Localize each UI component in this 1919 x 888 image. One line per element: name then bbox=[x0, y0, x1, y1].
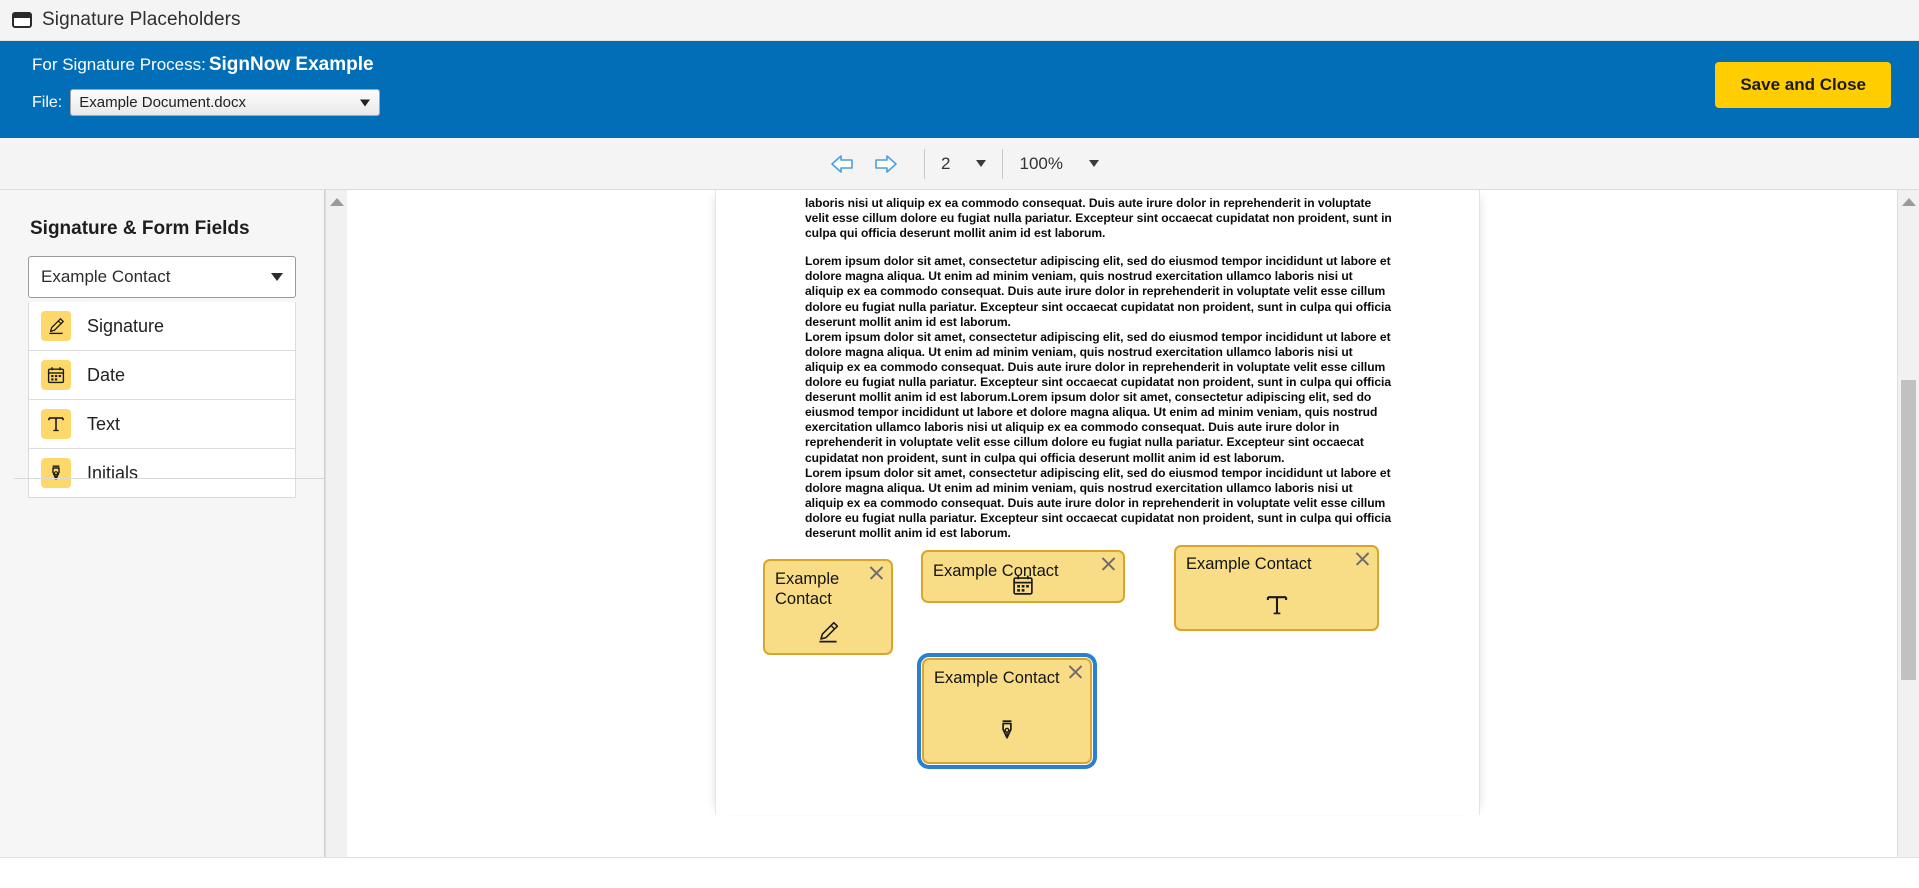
document-paragraph: Lorem ipsum dolor sit amet, consectetur … bbox=[805, 254, 1392, 329]
file-select[interactable]: Example Document.docx bbox=[70, 89, 381, 116]
next-page-button[interactable] bbox=[864, 147, 908, 181]
document-text: laboris nisi ut aliquip ex ea commodo co… bbox=[805, 196, 1393, 554]
sidebar-item-label: Signature bbox=[87, 315, 165, 336]
sidebar-item-label: Date bbox=[87, 364, 126, 385]
close-icon[interactable] bbox=[1353, 550, 1371, 568]
zoom-level-value: 100% bbox=[1019, 153, 1063, 173]
file-row: File: Example Document.docx bbox=[32, 89, 381, 116]
document-page: laboris nisi ut aliquip ex ea commodo co… bbox=[715, 190, 1480, 815]
placeholder-date[interactable]: Example Contact bbox=[921, 550, 1125, 603]
pen-highlighter-icon bbox=[41, 311, 71, 341]
placeholder-text[interactable]: Example Contact bbox=[1174, 545, 1379, 631]
document-paragraph: Lorem ipsum dolor sit amet, consectetur … bbox=[805, 465, 1392, 540]
placeholder-label: Example Contact bbox=[1186, 555, 1312, 573]
viewer-scroll-thumb[interactable] bbox=[1901, 380, 1916, 680]
sidebar-scroll-area: Signature & Form Fields Example Contact … bbox=[0, 190, 324, 887]
sidebar-title: Signature & Form Fields bbox=[30, 218, 250, 239]
calendar-icon bbox=[923, 573, 1123, 597]
arrow-left-icon bbox=[829, 153, 855, 175]
file-select-value: Example Document.docx bbox=[79, 94, 246, 111]
file-label: File: bbox=[32, 93, 63, 111]
previous-page-button[interactable] bbox=[820, 147, 864, 181]
chevron-down-icon[interactable] bbox=[976, 160, 987, 167]
sidebar-item-initials[interactable]: Initials bbox=[28, 449, 296, 498]
fountain-pen-nib-icon bbox=[41, 458, 71, 488]
document-paragraph: laboris nisi ut aliquip ex ea commodo co… bbox=[805, 196, 1392, 241]
save-and-close-button[interactable]: Save and Close bbox=[1715, 61, 1891, 108]
sidebar-item-label: Text bbox=[87, 413, 121, 434]
sidebar-scrollbar[interactable] bbox=[325, 190, 347, 887]
page-number-value: 2 bbox=[941, 153, 951, 173]
window-title: Signature Placeholders bbox=[42, 9, 241, 30]
signature-process-label: For Signature Process: bbox=[32, 55, 206, 74]
app-header: For Signature Process: SignNow Example Fi… bbox=[0, 41, 1919, 138]
calendar-icon bbox=[41, 360, 71, 390]
sidebar-item-text[interactable]: Text bbox=[28, 400, 296, 449]
contact-select-value: Example Contact bbox=[41, 267, 171, 286]
viewer-vertical-scrollbar[interactable] bbox=[1897, 190, 1919, 887]
close-icon[interactable] bbox=[1099, 555, 1117, 573]
fields-sidebar: Signature & Form Fields Example Contact … bbox=[0, 190, 325, 887]
fountain-pen-nib-icon bbox=[924, 717, 1090, 743]
chevron-down-icon bbox=[360, 99, 371, 106]
document-viewer[interactable]: laboris nisi ut aliquip ex ea commodo co… bbox=[347, 190, 1897, 887]
placeholder-label: Example Contact bbox=[775, 570, 840, 608]
placeholder-signature[interactable]: Example Contact bbox=[763, 559, 893, 655]
signature-process-line: For Signature Process: SignNow Example bbox=[32, 54, 374, 76]
window-footer bbox=[0, 857, 1919, 888]
chevron-down-icon[interactable] bbox=[1088, 160, 1099, 167]
signature-process-name: SignNow Example bbox=[208, 54, 374, 75]
chevron-down-icon bbox=[271, 273, 283, 281]
toolbar-divider-2 bbox=[1002, 148, 1004, 179]
close-icon[interactable] bbox=[867, 564, 885, 582]
contact-select[interactable]: Example Contact bbox=[28, 256, 296, 298]
arrow-right-icon bbox=[873, 153, 899, 175]
page-number-field[interactable]: 2 bbox=[941, 153, 987, 174]
text-t-icon bbox=[41, 409, 71, 439]
sidebar-divider bbox=[14, 478, 324, 479]
window-titlebar: Signature Placeholders bbox=[0, 0, 1919, 41]
close-icon[interactable] bbox=[1066, 663, 1084, 681]
scroll-up-arrow[interactable] bbox=[329, 198, 344, 206]
sidebar-item-signature[interactable]: Signature bbox=[28, 302, 296, 351]
scroll-up-arrow[interactable] bbox=[1901, 198, 1916, 206]
viewer-toolbar: 2 100% bbox=[0, 138, 1919, 190]
text-t-icon bbox=[1176, 591, 1377, 619]
placeholder-label: Example Contact bbox=[934, 669, 1060, 687]
sidebar-item-date[interactable]: Date bbox=[28, 351, 296, 400]
zoom-level-field[interactable]: 100% bbox=[1019, 153, 1099, 174]
window-icon bbox=[12, 12, 32, 28]
document-paragraph: Lorem ipsum dolor sit amet, consectetur … bbox=[805, 329, 1392, 465]
main-body: Signature & Form Fields Example Contact … bbox=[0, 190, 1919, 887]
sidebar-item-label: Initials bbox=[87, 462, 139, 483]
pen-highlighter-icon bbox=[765, 619, 891, 645]
placeholder-initials[interactable]: Example Contact bbox=[917, 653, 1097, 769]
toolbar-divider-1 bbox=[924, 148, 926, 179]
